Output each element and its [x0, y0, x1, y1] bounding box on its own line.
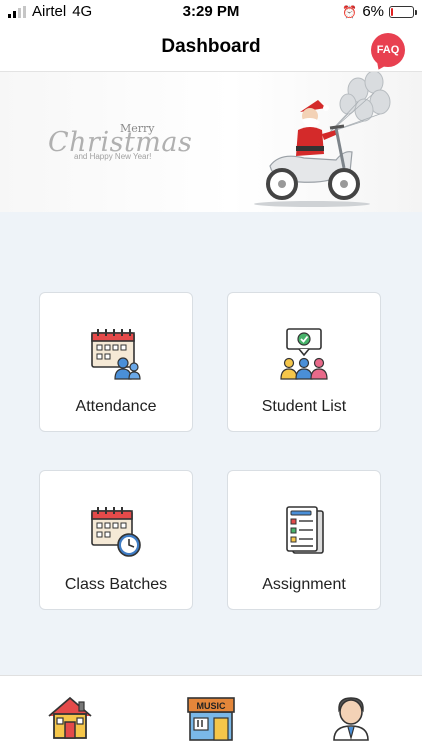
attendance-label: Attendance [75, 398, 157, 415]
class-batches-tile[interactable]: Class Batches [39, 470, 193, 610]
home-icon [48, 696, 92, 739]
assignment-label: Assignment [262, 576, 346, 593]
tab-bar: MUSIC [0, 675, 422, 750]
attendance-icon [91, 329, 141, 380]
banner-new-year-text: and Happy New Year! [74, 152, 152, 161]
battery-icon [389, 5, 417, 18]
christmas-banner: Merry Christmas and Happy New Year! [0, 72, 422, 212]
nav-bar: Dashboard FAQ [0, 22, 422, 72]
faq-label: FAQ [376, 44, 400, 56]
assignment-icon [286, 506, 324, 554]
student-list-label: Student List [261, 398, 347, 415]
assignment-tile[interactable]: Assignment [227, 470, 381, 610]
faq-button[interactable]: FAQ [371, 33, 405, 67]
status-right: ⏰ 6% [342, 3, 417, 20]
battery-percent: 6% [362, 3, 384, 20]
music-sign-text: MUSIC [197, 701, 227, 711]
tab-profile[interactable] [326, 694, 376, 742]
class-batches-icon [91, 507, 141, 557]
santa-scooter-image [254, 72, 391, 207]
page-title: Dashboard [161, 36, 261, 57]
music-store-icon: MUSIC [187, 697, 235, 741]
tab-music-store[interactable]: MUSIC [186, 694, 236, 742]
profile-icon [333, 697, 369, 741]
attendance-tile[interactable]: Attendance [39, 292, 193, 432]
class-batches-label: Class Batches [64, 576, 168, 593]
student-list-tile[interactable]: Student List [227, 292, 381, 432]
alarm-icon: ⏰ [342, 4, 358, 19]
status-bar: Airtel 4G 3:29 PM ⏰ 6% [0, 0, 422, 22]
student-list-icon [280, 328, 328, 380]
tab-home[interactable] [45, 694, 95, 742]
battery-level [391, 7, 393, 16]
dashboard-grid: Attendance Student List Class Batches As… [0, 212, 422, 675]
